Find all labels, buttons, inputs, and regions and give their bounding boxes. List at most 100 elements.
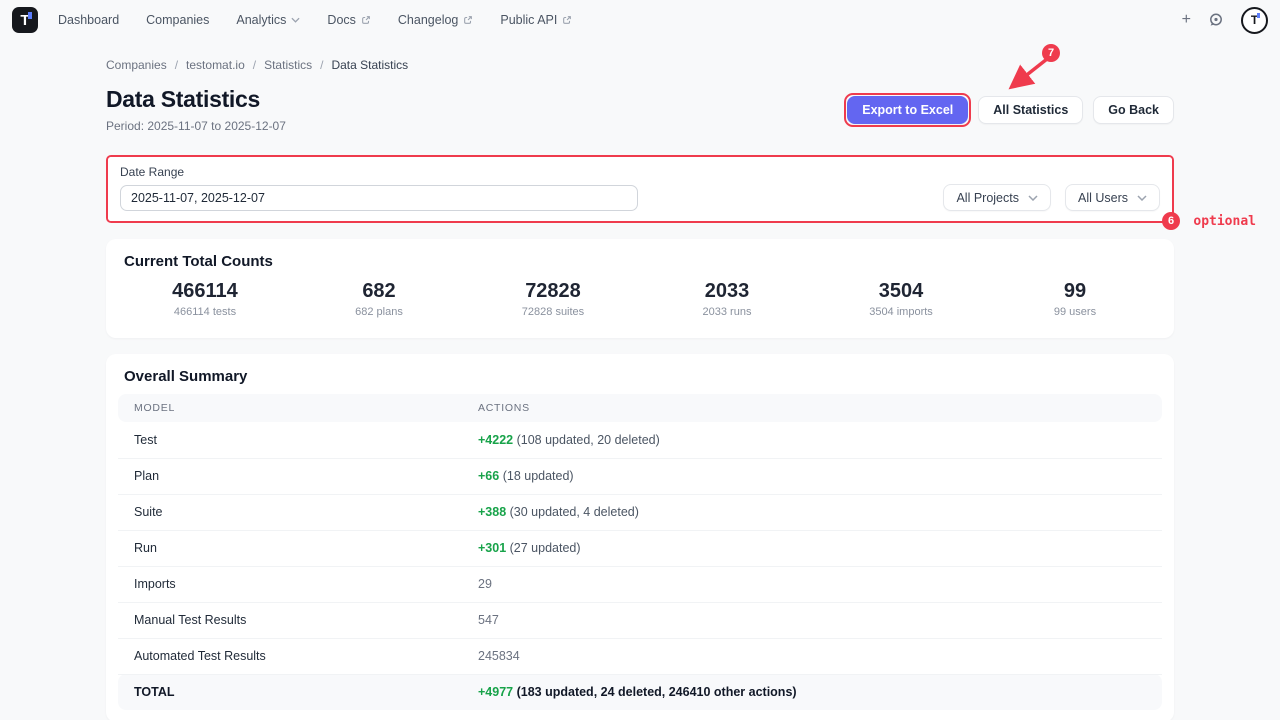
nav-item-label: Docs xyxy=(327,13,355,27)
model-cell: Test xyxy=(118,422,462,458)
created-delta: +66 xyxy=(478,469,499,483)
actions-detail: (27 updated) xyxy=(510,541,581,555)
actions-cell: +388 (30 updated, 4 deleted) xyxy=(462,494,1162,530)
projects-dropdown-label: All Projects xyxy=(956,191,1019,205)
stats-row: 466114466114 tests682682 plans7282872828… xyxy=(118,280,1162,326)
actions-count: 547 xyxy=(478,613,499,627)
chevron-down-icon xyxy=(1028,195,1038,201)
annotation-optional-label: optional xyxy=(1193,214,1256,229)
actions-detail: (183 updated, 24 deleted, 246410 other a… xyxy=(517,685,797,699)
model-cell: Plan xyxy=(118,458,462,494)
actions-cell: +4222 (108 updated, 20 deleted) xyxy=(462,422,1162,458)
logo-accent xyxy=(28,12,32,19)
totals-title: Current Total Counts xyxy=(118,251,1162,270)
external-link-icon xyxy=(463,15,473,25)
model-cell: Suite xyxy=(118,494,462,530)
stat-value: 99 xyxy=(988,280,1162,303)
overall-summary-card: Overall Summary Model Actions Test+4222 … xyxy=(106,354,1174,720)
breadcrumb-separator: / xyxy=(320,58,323,72)
main-content: Companies / testomat.io / Statistics / Data St… xyxy=(106,58,1174,720)
created-delta: +4977 xyxy=(478,685,513,699)
table-row-suite: Suite+388 (30 updated, 4 deleted) xyxy=(118,494,1162,530)
avatar-accent xyxy=(1257,13,1260,18)
stat-value: 2033 xyxy=(640,280,814,303)
stat-value: 3504 xyxy=(814,280,988,303)
column-header-model: Model xyxy=(118,394,462,422)
breadcrumb-item-data-statistics: Data Statistics xyxy=(331,58,408,72)
stat-466114-tests: 466114466114 tests xyxy=(118,280,292,318)
model-cell: Manual Test Results xyxy=(118,602,462,638)
external-link-icon xyxy=(361,15,371,25)
all-statistics-button[interactable]: All Statistics xyxy=(978,96,1083,124)
nav-item-label: Changelog xyxy=(398,13,458,27)
app-logo[interactable]: T xyxy=(12,7,38,33)
header-buttons: Export to Excel All Statistics Go Back xyxy=(847,96,1174,124)
stat-3504-imports: 3504 3504 imports xyxy=(814,280,988,318)
current-total-counts-card: Current Total Counts 466114466114 tests6… xyxy=(106,239,1174,338)
table-row-total: TOTAL +4977 (183 updated, 24 deleted, 246… xyxy=(118,674,1162,710)
date-range-label: Date Range xyxy=(120,165,1160,179)
annotation-step-6-badge: 6 xyxy=(1162,212,1180,230)
summary-table: Model Actions Test+4222 (108 updated, 20… xyxy=(118,394,1162,710)
chevron-down-icon xyxy=(1137,195,1147,201)
nav-item-dashboard[interactable]: Dashboard xyxy=(58,13,119,27)
created-delta: +4222 xyxy=(478,433,513,447)
actions-count: 29 xyxy=(478,577,492,591)
summary-title: Overall Summary xyxy=(118,366,1162,385)
export-to-excel-button[interactable]: Export to Excel xyxy=(847,96,968,124)
actions-cell: 245834 xyxy=(462,638,1162,674)
nav-menu: Dashboard Companies Analytics Docs Changelog… xyxy=(58,13,572,27)
stat-682-plans: 682682 plans xyxy=(292,280,466,318)
stat-label: 3504 imports xyxy=(814,306,988,318)
stat-label: 72828 suites xyxy=(466,306,640,318)
model-cell: Run xyxy=(118,530,462,566)
stat-99-users: 99 99 users xyxy=(988,280,1162,318)
date-range-input[interactable] xyxy=(120,185,638,211)
table-row-automated-test-results: Automated Test Results245834 xyxy=(118,638,1162,674)
nav-item-companies[interactable]: Companies xyxy=(146,13,209,27)
stat-label: 99 users xyxy=(988,306,1162,318)
actions-cell: +301 (27 updated) xyxy=(462,530,1162,566)
nav-item-label: Dashboard xyxy=(58,13,119,27)
stat-label: 2033 runs xyxy=(640,306,814,318)
nav-item-public-api[interactable]: Public API xyxy=(500,13,572,27)
breadcrumb: Companies / testomat.io / Statistics / Data St… xyxy=(106,58,1174,72)
model-cell: TOTAL xyxy=(118,674,462,710)
annotation-step-7-badge: 7 xyxy=(1042,44,1060,62)
external-link-icon xyxy=(562,15,572,25)
projects-dropdown[interactable]: All Projects xyxy=(943,184,1051,211)
users-dropdown[interactable]: All Users xyxy=(1065,184,1160,211)
table-row-manual-test-results: Manual Test Results 547 xyxy=(118,602,1162,638)
nav-item-analytics[interactable]: Analytics xyxy=(236,13,300,27)
add-icon[interactable]: + xyxy=(1182,12,1191,28)
users-dropdown-label: All Users xyxy=(1078,191,1128,205)
go-back-button[interactable]: Go Back xyxy=(1093,96,1174,124)
chevron-down-icon xyxy=(291,17,300,23)
period-subtitle: Period: 2025-11-07 to 2025-12-07 xyxy=(106,119,286,133)
table-row-plan: Plan+66 (18 updated) xyxy=(118,458,1162,494)
actions-detail: (18 updated) xyxy=(503,469,574,483)
actions-detail: (108 updated, 20 deleted) xyxy=(517,433,660,447)
breadcrumb-item-statistics[interactable]: Statistics xyxy=(264,58,312,72)
top-navbar: T Dashboard Companies Analytics Docs Changel… xyxy=(0,0,1280,40)
table-row-imports: Imports29 xyxy=(118,566,1162,602)
breadcrumb-separator: / xyxy=(253,58,256,72)
actions-detail: (30 updated, 4 deleted) xyxy=(510,505,639,519)
user-avatar[interactable]: T xyxy=(1241,7,1268,34)
created-delta: +301 xyxy=(478,541,506,555)
nav-item-label: Analytics xyxy=(236,13,286,27)
nav-item-changelog[interactable]: Changelog xyxy=(398,13,473,27)
breadcrumb-separator: / xyxy=(175,58,178,72)
column-header-actions: Actions xyxy=(462,394,1162,422)
breadcrumb-item-testomat-io[interactable]: testomat.io xyxy=(186,58,245,72)
filters-card: Date Range All Projects All Users xyxy=(108,157,1172,221)
stat-72828-suites: 7282872828 suites xyxy=(466,280,640,318)
created-delta: +388 xyxy=(478,505,506,519)
model-cell: Automated Test Results xyxy=(118,638,462,674)
page-title: Data Statistics xyxy=(106,86,286,113)
actions-cell: +66 (18 updated) xyxy=(462,458,1162,494)
nav-item-docs[interactable]: Docs xyxy=(327,13,370,27)
support-chat-icon[interactable] xyxy=(1208,12,1224,28)
page-header: Data Statistics Period: 2025-11-07 to 20… xyxy=(106,86,1174,133)
breadcrumb-item-companies[interactable]: Companies xyxy=(106,58,167,72)
